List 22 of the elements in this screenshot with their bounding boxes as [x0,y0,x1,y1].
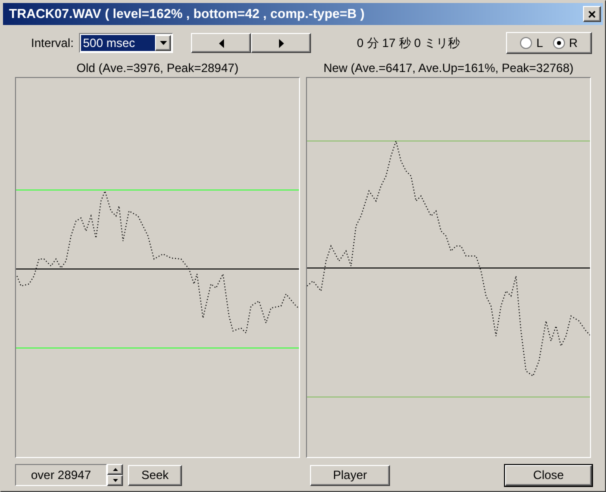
player-button[interactable]: Player [310,464,390,486]
position-time: 0 分 17 秒 0 ミリ秒 [356,35,462,52]
window-title: TRACK07.WAV ( level=162% , bottom=42 , comp.-type=B ) [9,5,365,24]
up-arrow-icon [112,468,118,471]
dropdown-arrow-icon [160,41,166,45]
threshold-field[interactable]: over 28947 [15,464,107,486]
previous-button[interactable] [191,33,251,53]
interval-label: Interval: [31,35,75,52]
close-dialog-button[interactable]: Close [505,464,592,486]
right-arrow-icon [278,38,284,48]
interval-dropdown[interactable]: 500 msec [79,33,173,53]
channel-radio[interactable]: R [553,34,578,52]
spin-up-button[interactable] [107,464,123,475]
close-button[interactable]: × [583,6,601,22]
panel-title: New (Ave.=6417, Ave.Up=161%, Peak=32768) [323,60,574,77]
next-button[interactable] [251,33,311,53]
channel-radio[interactable]: L [520,34,543,52]
seek-button[interactable]: Seek [128,464,182,486]
left-arrow-icon [218,38,224,48]
spin-down-button[interactable] [107,475,123,486]
down-arrow-icon [112,479,118,482]
panel-title: Old (Ave.=3976, Peak=28947) [76,60,238,77]
